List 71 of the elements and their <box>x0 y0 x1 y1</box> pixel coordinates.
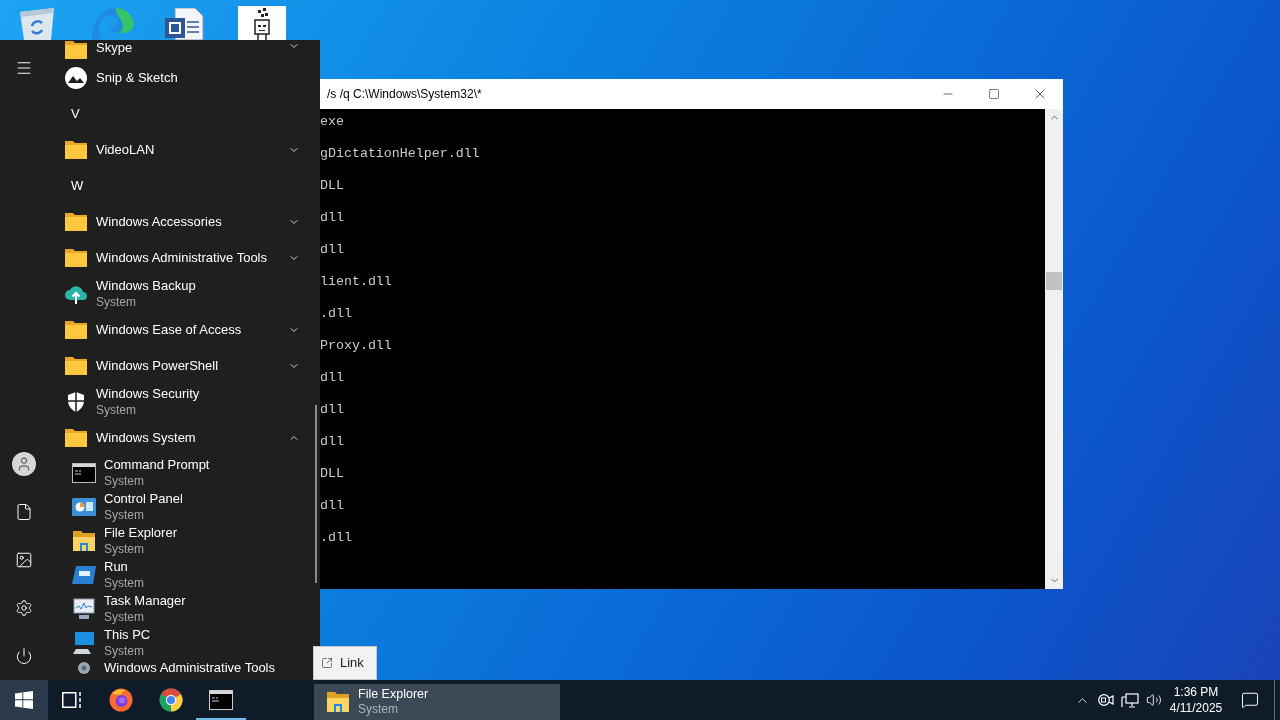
console-line: DLL <box>320 466 344 481</box>
letter-header[interactable]: V <box>48 96 320 132</box>
volume-icon <box>1146 692 1162 708</box>
console-line: dll <box>320 242 344 257</box>
scroll-thumb[interactable] <box>1046 272 1062 290</box>
folder-item[interactable]: Skype <box>48 40 320 60</box>
terminal-icon <box>72 463 96 483</box>
flame-globe-icon <box>109 688 133 712</box>
window-title: /s /q C:\Windows\System32\* <box>326 86 483 103</box>
robot-icon[interactable] <box>238 6 286 40</box>
app-item[interactable]: Task Manager System <box>48 592 320 626</box>
folder-icon <box>64 140 88 160</box>
folder-icon <box>64 320 88 340</box>
power-icon <box>15 647 33 665</box>
monitor-chart-icon <box>72 598 96 620</box>
arrow-box-icon <box>321 657 333 669</box>
folder-window-icon <box>72 530 96 552</box>
console-line: exe <box>320 114 344 129</box>
scroll-thumb[interactable] <box>315 405 317 583</box>
menu-icon <box>15 59 33 77</box>
console-line: dll <box>320 402 344 417</box>
start-button[interactable] <box>0 680 48 720</box>
shield-icon <box>66 391 86 413</box>
maximize-icon <box>988 88 1000 100</box>
segmented-circle-icon <box>159 688 183 712</box>
console-line: lient.dll <box>320 274 392 289</box>
cloud-upload-icon <box>64 283 88 305</box>
item-subtitle: System <box>358 702 399 717</box>
console-line: dll <box>320 370 344 385</box>
console-line: dll <box>320 498 344 513</box>
recycle-bin-icon[interactable] <box>18 8 56 40</box>
folder-icon <box>64 356 88 376</box>
picture-icon <box>15 551 33 569</box>
console-line: .dll <box>320 306 352 321</box>
folder-icon <box>64 212 88 232</box>
terminal-icon <box>209 690 233 710</box>
console-line: dll <box>320 434 344 449</box>
clock[interactable]: 1:36 PM 4/11/2025 <box>1166 680 1226 720</box>
console-line: DLL <box>320 178 344 193</box>
folder-window-icon <box>326 691 350 713</box>
task-view-icon <box>62 692 82 708</box>
document-icon <box>15 503 33 521</box>
network-monitor-icon <box>1121 692 1139 708</box>
folder-item[interactable]: Windows Accessories <box>48 204 320 240</box>
console-line: dll <box>320 210 344 225</box>
folder-icon <box>64 40 88 60</box>
folder-item[interactable]: VideoLAN <box>48 132 320 168</box>
folder-icon <box>64 248 88 268</box>
user-avatar-icon <box>12 452 36 476</box>
computer-icon <box>72 632 96 654</box>
camera-icon <box>1098 693 1114 707</box>
folder-item[interactable]: Windows Administrative Tools <box>48 240 320 276</box>
folder-item[interactable]: Windows PowerShell <box>48 348 320 384</box>
document-icon[interactable] <box>165 8 205 40</box>
console-line: gDictationHelper.dll <box>320 146 480 161</box>
settings-icon <box>15 599 33 617</box>
speech-bubble-icon <box>1241 691 1259 709</box>
control-panel-icon <box>72 498 96 516</box>
item-title: File Explorer <box>358 687 429 702</box>
folder-item[interactable]: Windows Ease of Access <box>48 312 320 348</box>
letter-header[interactable]: W <box>48 168 320 204</box>
windows-logo-icon <box>15 691 33 709</box>
app-item[interactable]: This PC System <box>48 626 320 660</box>
tooltip-text: Link <box>340 654 364 673</box>
mountain-circle-icon <box>64 66 88 90</box>
window-icon <box>72 566 96 584</box>
console-line: .dll <box>320 530 352 545</box>
app-item[interactable]: Windows Backup System <box>48 276 320 312</box>
app-item[interactable]: Snip & Sketch <box>48 60 320 96</box>
folder-icon <box>64 428 88 448</box>
console-line: Proxy.dll <box>320 338 392 353</box>
